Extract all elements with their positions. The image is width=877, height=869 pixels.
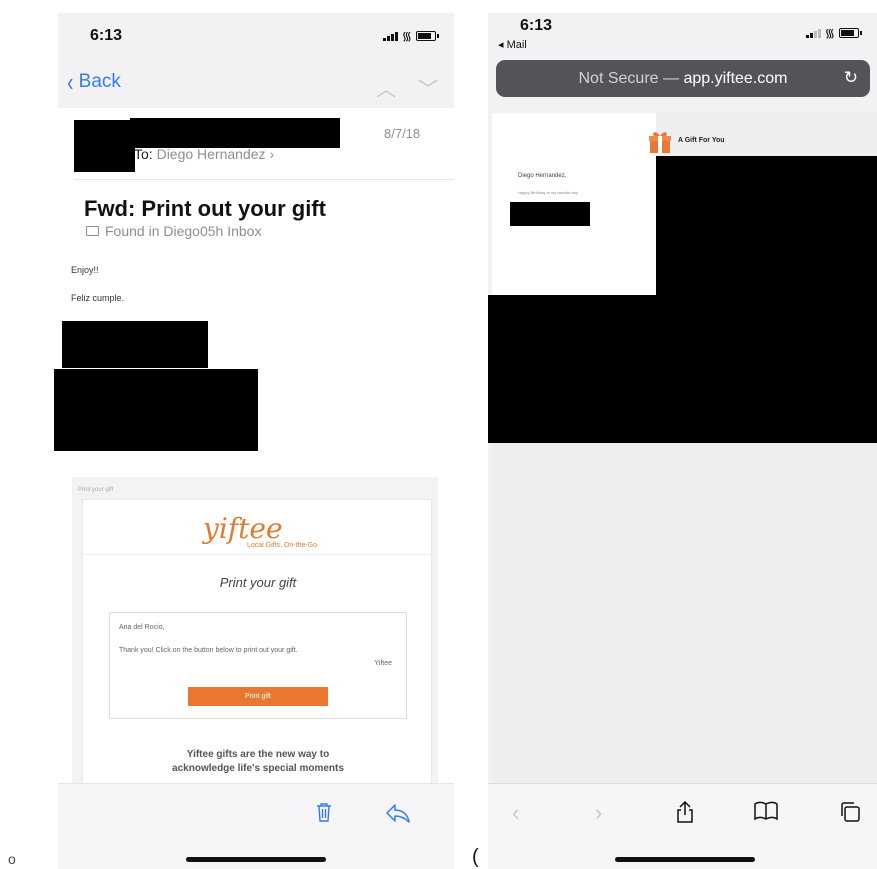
gift-message-box: Ana del Rocio, Thank you! Click on the b… (109, 612, 407, 719)
mail-screen: 6:13 ᯾ ‹ Back ︿ ﹀ To: Diego Hernandez › … (54, 13, 454, 869)
gift-recipient: Ana del Rocio, (119, 624, 165, 631)
back-arrow-icon[interactable]: ‹ (512, 800, 519, 826)
print-gift-button[interactable]: Print gift (188, 687, 328, 706)
web-page-content: A Gift For You Diego Hernandez, Happy Bi… (488, 113, 877, 783)
email-footer-text: Yiftee gifts are the new way to acknowle… (83, 748, 433, 776)
home-indicator[interactable] (615, 857, 755, 862)
safari-toolbar: ‹ › (488, 783, 877, 869)
redacted-avatar (74, 120, 135, 172)
battery-icon (416, 31, 439, 41)
redacted-block-2 (54, 369, 258, 451)
message-nav-arrows: ︿ ﹀ (376, 73, 438, 102)
gift-icon (649, 132, 671, 153)
tabs-icon[interactable] (838, 800, 862, 824)
body-line-2: Feliz cumple. (71, 293, 125, 303)
back-button[interactable]: ‹ Back (66, 67, 121, 97)
status-icons: ᯾ (805, 26, 862, 40)
web-greeting: Diego Hernandez, (518, 173, 567, 179)
back-label: Back (78, 71, 121, 92)
stray-glyph-left: o (8, 851, 16, 867)
reply-icon[interactable] (385, 802, 411, 824)
chevron-left-icon: ‹ (67, 67, 74, 97)
status-bar: 6:13 ᯾ (58, 13, 454, 63)
share-icon[interactable] (674, 800, 696, 824)
stray-glyph-right: ( (472, 846, 479, 868)
chevron-right-icon: › (269, 146, 275, 162)
back-to-mail-link[interactable]: ◂ Mail (498, 38, 527, 51)
url-domain: app.yiftee.com (683, 70, 788, 87)
chevron-up-icon[interactable]: ︿ (376, 73, 396, 102)
email-header-note: Print your gift (78, 487, 114, 493)
to-prefix: To: (134, 146, 153, 162)
mail-toolbar (58, 783, 454, 869)
mail-date: 8/7/18 (384, 126, 421, 141)
gift-message: Thank you! Click on the button below to … (119, 647, 298, 654)
reload-icon[interactable]: ↻ (844, 68, 858, 88)
footer-line-1: Yiftee gifts are the new way to (186, 749, 330, 760)
not-secure-label: Not Secure — (578, 70, 679, 87)
address-bar[interactable]: Not Secure — app.yiftee.com ↻ (496, 60, 870, 97)
redacted-web-block-2 (656, 156, 877, 443)
redacted-web-block-3 (488, 295, 658, 443)
body-line-1: Enjoy!! (71, 265, 99, 275)
gift-for-you-label: A Gift For You (678, 137, 725, 144)
mail-subject: Fwd: Print out your gift (84, 196, 326, 221)
url-display: Not Secure — app.yiftee.com (496, 70, 870, 88)
gift-signature: Yiftee (374, 660, 392, 667)
email-divider (83, 554, 433, 555)
redacted-web-block-1 (510, 202, 590, 226)
wifi-icon: ᯾ (401, 29, 412, 43)
print-gift-title: Print your gift (219, 575, 297, 590)
forward-arrow-icon[interactable]: › (595, 800, 602, 826)
wifi-icon: ᯾ (824, 26, 835, 40)
redacted-sender (130, 118, 340, 148)
trash-icon[interactable] (316, 802, 332, 822)
chevron-down-icon[interactable]: ﹀ (418, 73, 438, 102)
status-time: 6:13 (90, 27, 123, 44)
redacted-block-1 (62, 321, 208, 368)
header-divider (74, 179, 454, 180)
yiftee-tagline: Local Gifts, On-the-Go (247, 542, 318, 549)
yiftee-logo: yiftee (203, 512, 283, 545)
found-in-label: Found in Diego05h Inbox (105, 223, 262, 239)
footer-line-2: acknowledge life's special moments (172, 763, 344, 774)
mail-nav-bar: ‹ Back ︿ ﹀ (58, 63, 454, 108)
battery-icon (839, 28, 862, 38)
web-message: Happy Birthday to my favorite boy (518, 190, 579, 195)
status-time: 6:13 (520, 17, 553, 34)
folder-icon (86, 226, 99, 236)
found-in-folder[interactable]: Found in Diego05h Inbox (86, 223, 261, 239)
home-indicator[interactable] (186, 857, 326, 862)
status-icons: ᯾ (382, 29, 439, 43)
recipient-line: To: Diego Hernandez › (134, 146, 274, 162)
forwarded-email-content: Print your gift yiftee Local Gifts, On-t… (72, 477, 438, 787)
email-body-frame: yiftee Local Gifts, On-the-Go Print your… (82, 499, 433, 787)
safari-screen: 6:13 ◂ Mail ᯾ Not Secure — app.yiftee.co… (488, 13, 877, 869)
signal-icon (805, 28, 821, 38)
signal-icon (382, 31, 398, 41)
recipient-name[interactable]: Diego Hernandez (157, 146, 266, 162)
bookmarks-icon[interactable] (753, 800, 779, 822)
